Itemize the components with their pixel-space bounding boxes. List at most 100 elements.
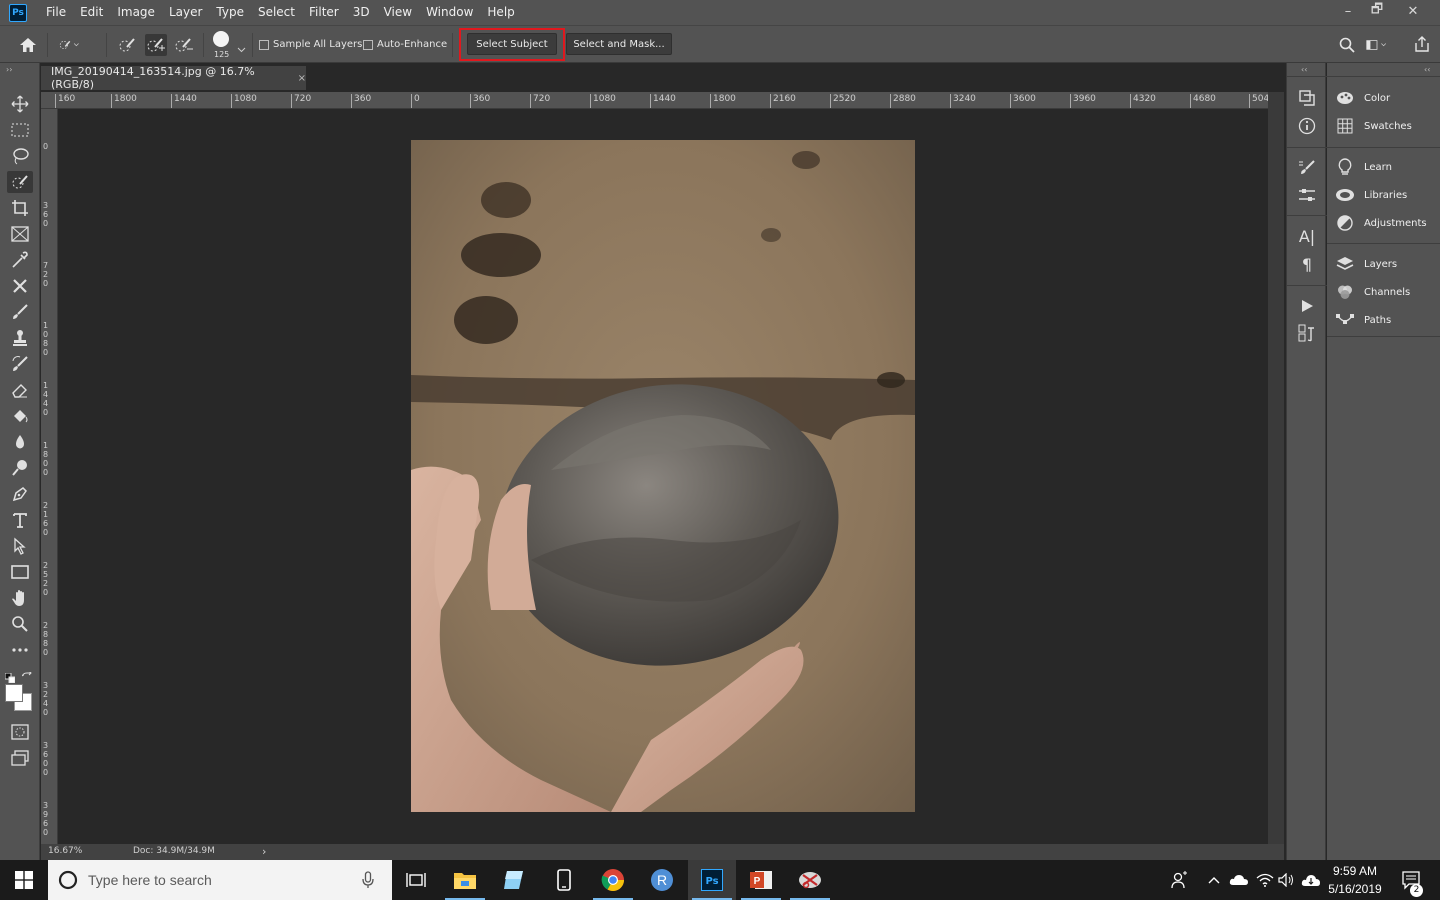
powerpoint-icon[interactable]: P — [737, 860, 785, 900]
quick-selection-preset-icon[interactable] — [58, 34, 80, 56]
close-tab-icon[interactable]: × — [298, 73, 306, 84]
menu-view[interactable]: View — [377, 0, 419, 25]
taskbar-search[interactable]: Type here to search — [48, 860, 392, 900]
healing-brush-tool-icon[interactable] — [7, 275, 33, 297]
new-selection-icon[interactable] — [117, 34, 139, 56]
system-clock[interactable]: 9:59 AM 5/16/2019 — [1320, 862, 1390, 898]
brush-settings-icon[interactable] — [1296, 157, 1318, 179]
panel-layers[interactable]: Layers — [1335, 252, 1397, 276]
info-icon[interactable] — [1296, 115, 1318, 137]
expand-toolbar-icon[interactable]: ›› — [6, 65, 12, 74]
menu-filter[interactable]: Filter — [302, 0, 346, 25]
panel-swatches[interactable]: Swatches — [1335, 114, 1412, 138]
chevron-down-icon[interactable] — [237, 38, 246, 57]
type-tool-icon[interactable] — [7, 509, 33, 531]
panel-libraries[interactable]: Libraries — [1335, 183, 1407, 207]
phone-icon[interactable] — [540, 860, 588, 900]
r-app-icon[interactable]: R — [638, 860, 686, 900]
status-menu-arrow[interactable]: › — [262, 845, 266, 858]
close-button[interactable]: ✕ — [1398, 0, 1428, 22]
chrome-icon[interactable] — [589, 860, 637, 900]
lasso-tool-icon[interactable] — [7, 145, 33, 167]
minimize-button[interactable]: – — [1333, 0, 1363, 22]
pen-tool-icon[interactable] — [7, 483, 33, 505]
move-tool-icon[interactable] — [7, 93, 33, 115]
menu-help[interactable]: Help — [480, 0, 521, 25]
character-icon[interactable]: A| — [1296, 225, 1318, 247]
show-hidden-icons-icon[interactable] — [1204, 860, 1224, 900]
more-tools-icon[interactable] — [7, 639, 33, 661]
quick-selection-tool-icon[interactable] — [7, 171, 33, 193]
foreground-color-swatch[interactable] — [5, 684, 23, 702]
paragraph-icon[interactable]: ¶ — [1296, 253, 1318, 275]
file-explorer-icon[interactable] — [441, 860, 489, 900]
task-view-icon[interactable] — [392, 860, 440, 900]
crop-tool-icon[interactable] — [7, 197, 33, 219]
ruler-vertical[interactable]: 0 360 720 1080 1440 1800 2160 2520 2880 … — [41, 109, 58, 844]
eyedropper-tool-icon[interactable] — [7, 249, 33, 271]
panel-color[interactable]: Color — [1335, 86, 1390, 110]
workspace-icon[interactable] — [1366, 34, 1388, 56]
marquee-tool-icon[interactable] — [7, 119, 33, 141]
brush-preview-icon[interactable] — [213, 31, 229, 47]
menu-edit[interactable]: Edit — [73, 0, 110, 25]
history-brush-tool-icon[interactable] — [7, 353, 33, 375]
collapse-panel-list-icon[interactable]: ‹‹ — [1424, 65, 1430, 74]
auto-enhance-checkbox[interactable] — [363, 40, 373, 50]
subtract-from-selection-icon[interactable] — [173, 34, 195, 56]
brush-tool-icon[interactable] — [7, 301, 33, 323]
menu-3d[interactable]: 3D — [346, 0, 377, 25]
actions-icon[interactable] — [1296, 295, 1318, 317]
clone-stamp-tool-icon[interactable] — [7, 327, 33, 349]
panel-learn[interactable]: Learn — [1335, 155, 1392, 179]
history-icon[interactable] — [1296, 87, 1318, 109]
sample-all-layers-checkbox[interactable] — [259, 40, 269, 50]
search-icon[interactable] — [1336, 34, 1358, 56]
volume-icon[interactable] — [1276, 860, 1298, 900]
paint-bucket-tool-icon[interactable] — [7, 405, 33, 427]
swap-colors-icon[interactable] — [20, 668, 33, 687]
menu-type[interactable]: Type — [209, 0, 251, 25]
menu-layer[interactable]: Layer — [162, 0, 209, 25]
photoshop-taskbar-icon[interactable]: Ps — [688, 860, 736, 900]
snipping-tool-icon[interactable] — [786, 860, 834, 900]
people-icon[interactable] — [1168, 860, 1192, 900]
onedrive-icon[interactable] — [1228, 860, 1250, 900]
quick-mask-icon[interactable] — [7, 721, 33, 743]
blur-tool-icon[interactable] — [7, 431, 33, 453]
eraser-tool-icon[interactable] — [7, 379, 33, 401]
collapse-panels-icon[interactable]: ‹‹ — [1301, 65, 1307, 74]
home-icon[interactable] — [17, 34, 39, 56]
dodge-tool-icon[interactable] — [7, 457, 33, 479]
zoom-tool-icon[interactable] — [7, 613, 33, 635]
document-tab[interactable]: IMG_20190414_163514.jpg @ 16.7% (RGB/8) … — [41, 65, 306, 91]
menu-file[interactable]: File — [39, 0, 73, 25]
panel-paths[interactable]: Paths — [1335, 308, 1391, 332]
panel-adjustments[interactable]: Adjustments — [1335, 211, 1427, 235]
notes-app-icon[interactable] — [490, 860, 538, 900]
hand-tool-icon[interactable] — [7, 587, 33, 609]
restore-button[interactable]: 🗗 — [1362, 0, 1392, 22]
notifications-icon[interactable]: 2 — [1396, 860, 1426, 900]
wifi-icon[interactable] — [1254, 860, 1276, 900]
select-and-mask-button[interactable]: Select and Mask... — [566, 33, 672, 55]
menu-image[interactable]: Image — [110, 0, 162, 25]
panel-channels[interactable]: Channels — [1335, 280, 1410, 304]
menu-select[interactable]: Select — [251, 0, 302, 25]
frame-tool-icon[interactable] — [7, 223, 33, 245]
glyphs-icon[interactable] — [1296, 322, 1318, 344]
zoom-level[interactable]: 16.67% — [48, 846, 82, 856]
vertical-scrollbar[interactable] — [1268, 92, 1284, 844]
properties-icon[interactable] — [1296, 184, 1318, 206]
screen-mode-icon[interactable] — [7, 747, 33, 769]
ruler-horizontal[interactable]: 160 1800 1440 1080 720 360 0 360 720 108… — [41, 92, 1271, 109]
share-icon[interactable] — [1411, 33, 1433, 55]
add-to-selection-icon[interactable] — [145, 34, 167, 56]
rectangle-tool-icon[interactable] — [7, 561, 33, 583]
menu-window[interactable]: Window — [419, 0, 480, 25]
cloud-sync-icon[interactable] — [1300, 860, 1322, 900]
path-selection-tool-icon[interactable] — [7, 535, 33, 557]
microphone-icon[interactable] — [362, 871, 374, 893]
windows-start-icon[interactable] — [0, 860, 48, 900]
document-image[interactable] — [411, 140, 915, 812]
